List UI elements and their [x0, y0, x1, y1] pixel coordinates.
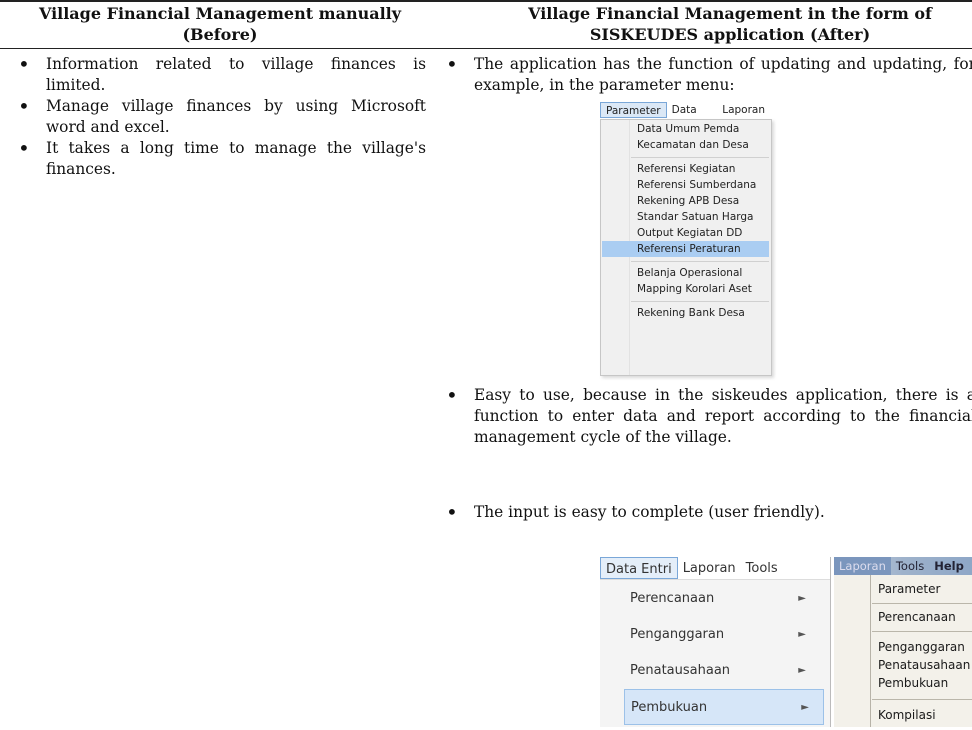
menu-item[interactable]: Kecamatan dan Desa	[637, 137, 749, 153]
column-header-before: Village Financial Management manually (B…	[38, 4, 402, 44]
chevron-right-icon: ►	[798, 629, 806, 640]
parameter-dropdown: Data Umum Pemda Kecamatan dan Desa Refer…	[600, 119, 772, 376]
menu-laporan[interactable]: Laporan	[717, 102, 770, 118]
menu-item-highlighted[interactable]: Referensi Peraturan	[602, 241, 769, 257]
menu-item-label: Penatausahaan	[630, 663, 731, 678]
menu-separator	[631, 301, 769, 302]
menu-laporan[interactable]: Laporan	[678, 557, 741, 579]
menu-bar: Data Entri Laporan Tools	[600, 557, 830, 580]
menu-item-label: Pembukuan	[631, 700, 708, 715]
table-header-rule	[0, 48, 972, 49]
menu-item-pembukuan[interactable]: Pembukuan ►	[624, 689, 824, 725]
menu-separator	[872, 603, 972, 604]
menu-data-entri[interactable]: Data Entri	[667, 102, 718, 130]
laporan-menu-screenshot: Laporan Tools Help Parameter Perencanaan…	[834, 557, 972, 727]
menu-item[interactable]: Referensi Kegiatan	[637, 161, 735, 177]
list-item: The application has the function of upda…	[446, 54, 972, 96]
menu-separator	[631, 157, 769, 158]
menu-separator	[872, 631, 972, 632]
chevron-right-icon: ►	[798, 665, 806, 676]
after-list-1: The application has the function of upda…	[446, 54, 972, 96]
menu-item[interactable]: Standar Satuan Harga	[637, 209, 753, 225]
menu-separator	[631, 261, 769, 262]
menu-item[interactable]: Referensi Sumberdana	[637, 177, 756, 193]
menu-parameter[interactable]: Parameter	[600, 102, 667, 118]
menu-item-perencanaan[interactable]: Perencanaan ►	[630, 581, 820, 617]
parameter-menu-screenshot: Parameter Data Entri Laporan Data Umum P…	[600, 102, 772, 376]
menu-bar: Laporan Tools Help	[834, 557, 972, 575]
menu-item[interactable]: Output Kegiatan DD	[637, 225, 742, 241]
menu-item[interactable]: Rekening Bank Desa	[637, 305, 745, 321]
list-item: The input is easy to complete (user frie…	[446, 502, 972, 523]
list-item: Manage village finances by using Microso…	[18, 96, 426, 137]
menu-item[interactable]: Penatausahaan	[878, 657, 970, 673]
after-list-3: The input is easy to complete (user frie…	[446, 502, 972, 523]
menu-item-label: Perencanaan	[630, 591, 715, 606]
menu-tools[interactable]: Tools	[741, 557, 783, 579]
menu-bar: Parameter Data Entri Laporan	[600, 102, 770, 130]
menu-laporan[interactable]: Laporan	[834, 557, 891, 575]
menu-item-label: Penganggaran	[630, 627, 725, 642]
list-item: Information related to village finances …	[18, 54, 426, 95]
menu-separator	[872, 699, 972, 700]
list-item: Easy to use, because in the siskeudes ap…	[446, 385, 972, 448]
menu-item[interactable]: Pembukuan	[878, 675, 948, 691]
menu-item[interactable]: Parameter	[878, 581, 940, 597]
menu-item-penatausahaan[interactable]: Penatausahaan ►	[630, 653, 820, 689]
column-header-after: Village Financial Management in the form…	[528, 4, 932, 44]
table-top-rule	[0, 0, 972, 2]
after-list-2: Easy to use, because in the siskeudes ap…	[446, 385, 972, 448]
menu-item[interactable]: Perencanaan	[878, 609, 956, 625]
menu-item-penganggaran[interactable]: Penganggaran ►	[630, 617, 820, 653]
menu-item[interactable]: Penganggaran	[878, 639, 965, 655]
menu-item[interactable]: Belanja Operasional	[637, 265, 742, 281]
menu-help[interactable]: Help	[929, 557, 969, 575]
menu-tools[interactable]: Tools	[891, 557, 929, 575]
chevron-right-icon: ►	[798, 593, 806, 604]
data-entri-menu-screenshot: Data Entri Laporan Tools Perencanaan ► P…	[600, 557, 831, 727]
menu-item[interactable]: Data Umum Pemda	[637, 121, 739, 137]
menu-item[interactable]: Kompilasi	[878, 707, 936, 723]
before-list: Information related to village finances …	[18, 54, 426, 180]
list-item: It takes a long time to manage the villa…	[18, 138, 426, 179]
menu-data-entri[interactable]: Data Entri	[600, 557, 678, 579]
chevron-right-icon: ►	[801, 702, 809, 713]
menu-item[interactable]: Rekening APB Desa	[637, 193, 739, 209]
menu-item[interactable]: Mapping Korolari Aset	[637, 281, 752, 297]
